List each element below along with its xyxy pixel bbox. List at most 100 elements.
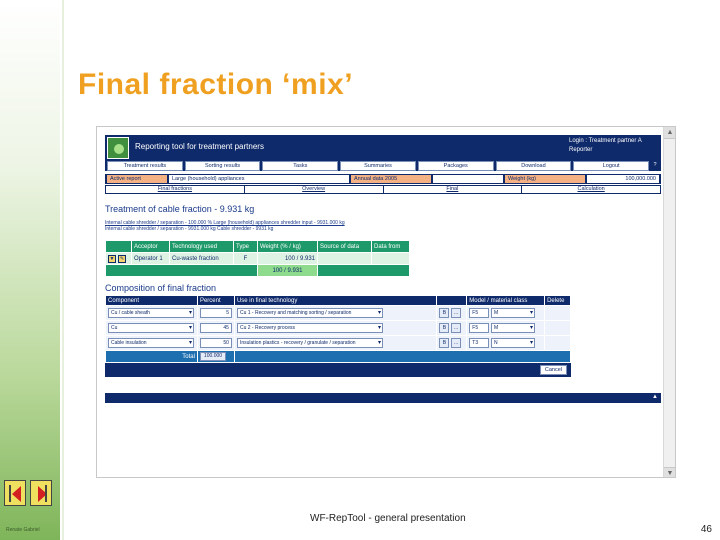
percent-input[interactable]: 45 — [199, 323, 232, 333]
slide-nav — [4, 480, 52, 506]
slide-side-strip — [0, 0, 60, 540]
col-source: Source of data — [317, 240, 372, 253]
sub-nav: Final fractions Overview Final Calculati… — [105, 185, 661, 194]
cell-buttons: B ... — [436, 305, 468, 321]
tab-overview[interactable]: Overview — [245, 186, 384, 193]
nav-packages[interactable]: Packages — [417, 161, 494, 171]
b-button[interactable]: B — [439, 308, 450, 318]
nav-summaries[interactable]: Summaries — [340, 161, 416, 171]
edit-icon[interactable]: ✎ — [118, 254, 126, 263]
browse-button[interactable]: ... — [451, 323, 462, 333]
cell-buttons: B ... — [436, 320, 468, 336]
page-number: 46 — [700, 524, 712, 535]
component-select[interactable]: Cable insulation — [108, 338, 194, 348]
context-bar: Active report Large (household) applianc… — [105, 174, 661, 184]
tab-calculation[interactable]: Calculation — [522, 186, 660, 193]
nav-logout[interactable]: Logout — [573, 161, 650, 171]
model-input[interactable]: F5 — [469, 308, 490, 318]
cell-technology: Cu 2 - Recovery process — [233, 320, 438, 336]
class-select[interactable]: M — [490, 323, 535, 333]
table-row: Cu 45 Cu 2 - Recovery process B ... F5 M — [105, 320, 571, 336]
component-select[interactable]: Cu — [108, 323, 194, 333]
help-icon[interactable]: ? — [651, 161, 660, 171]
class-select[interactable]: N — [490, 338, 535, 348]
section-title-composition: Composition of final fraction — [105, 283, 217, 293]
nav-treatment-results[interactable]: Treatment results — [107, 161, 183, 171]
nav-tasks[interactable]: Tasks — [262, 161, 339, 171]
next-slide-icon[interactable] — [30, 480, 52, 506]
expand-icon[interactable]: ▼ — [108, 254, 116, 263]
app-footer: ▲ — [105, 393, 661, 403]
cell-model: T3 N — [466, 335, 546, 351]
nav-sorting-results[interactable]: Sorting results — [184, 161, 261, 171]
slide-title: Final fraction ‘mix’ — [78, 68, 354, 101]
cell-component: Cu — [105, 320, 198, 336]
scroll-up-icon[interactable]: ▲ — [664, 127, 675, 139]
app-header: Reporting tool for treatment partners Lo… — [105, 135, 661, 161]
percent-input[interactable]: 50 — [199, 338, 232, 348]
nav-download[interactable]: Download — [495, 161, 572, 171]
author-name: Renate Gabriel — [6, 527, 40, 533]
cell-model: F5 M — [466, 320, 546, 336]
cancel-button[interactable]: Cancel — [539, 365, 567, 375]
model-input[interactable]: F5 — [469, 323, 490, 333]
cell-delete[interactable] — [544, 305, 571, 321]
scroll-down-icon[interactable]: ▼ — [664, 467, 675, 477]
cell-delete[interactable] — [544, 335, 571, 351]
col-weight: Weight (% / kg) — [257, 240, 318, 253]
table-row: ▼ ✎ Operator 1 Cu-waste fraction F 100 /… — [105, 252, 410, 265]
cell-technology: Cu 1 - Recovery and matching sorting / s… — [233, 305, 438, 321]
tab-final[interactable]: Final — [384, 186, 523, 193]
cell-technology: Cu-waste fraction — [169, 252, 234, 265]
login-info: Login : Treatment partner A Reporter — [569, 137, 655, 155]
total-cell: 100.000 — [196, 350, 235, 363]
col-type: Type — [233, 240, 258, 253]
b-button[interactable]: B — [439, 323, 450, 333]
cell-type: F — [233, 252, 258, 265]
cell-percent: 45 — [196, 320, 235, 336]
cell-component: Cable insulation — [105, 335, 198, 351]
vertical-scrollbar[interactable]: ▲ ▼ — [663, 127, 675, 477]
total-spacer — [233, 350, 572, 363]
technology-select[interactable]: Insulation plastics - recovery / granula… — [236, 338, 383, 348]
composition-table-header: Component Percent Use in final technolog… — [105, 295, 571, 306]
reporting-app: Reporting tool for treatment partners Lo… — [105, 135, 661, 403]
b-button[interactable]: B — [439, 338, 450, 348]
logo-icon — [107, 137, 129, 159]
col-actions — [105, 240, 132, 253]
browse-button[interactable]: ... — [451, 308, 462, 318]
cell-percent: 50 — [196, 335, 235, 351]
model-input[interactable]: T3 — [469, 338, 490, 348]
detail-text: Internal cable shredder / separation - 9… — [105, 226, 274, 232]
acceptor-total: 100 / 9.931 — [257, 264, 318, 277]
previous-slide-icon[interactable] — [4, 480, 26, 506]
acceptor-table: Acceptor Technology used Type Weight (% … — [105, 240, 410, 277]
total-label: Total — [105, 350, 198, 363]
tab-final-fractions[interactable]: Final fractions — [106, 186, 245, 193]
section-title-cable: Treatment of cable fraction - 9.931 kg — [105, 204, 255, 214]
composition-total-row: Total 100.000 — [105, 350, 572, 363]
annual-data-label: Annual data 2005 — [351, 175, 431, 183]
screenshot-window: ▲ ▼ Reporting tool for treatment partner… — [96, 126, 676, 478]
cell-data-from — [371, 252, 410, 265]
acceptor-table-header: Acceptor Technology used Type Weight (% … — [105, 240, 410, 253]
col-technology: Technology used — [169, 240, 234, 253]
col-acceptor: Acceptor — [131, 240, 170, 253]
cell-delete[interactable] — [544, 320, 571, 336]
browse-button[interactable]: ... — [451, 338, 462, 348]
cell-weight: 100 / 9.931 — [257, 252, 318, 265]
percent-input[interactable]: 5 — [199, 308, 232, 318]
component-select[interactable]: Cu / cable sheath — [108, 308, 194, 318]
scroll-top-icon[interactable]: ▲ — [652, 394, 658, 400]
slide-side-line — [62, 0, 64, 540]
composition-table: Component Percent Use in final technolog… — [105, 295, 572, 363]
login-role: Reporter — [569, 147, 593, 153]
app-title: Reporting tool for treatment partners — [135, 142, 264, 151]
cell-acceptor: Operator 1 — [131, 252, 170, 265]
technology-select[interactable]: Cu 2 - Recovery process — [236, 323, 383, 333]
cell-model: F5 M — [466, 305, 546, 321]
class-select[interactable]: M — [490, 308, 535, 318]
annual-data-value — [433, 175, 503, 183]
technology-select[interactable]: Cu 1 - Recovery and matching sorting / s… — [236, 308, 383, 318]
cell-technology: Insulation plastics - recovery / granula… — [233, 335, 438, 351]
